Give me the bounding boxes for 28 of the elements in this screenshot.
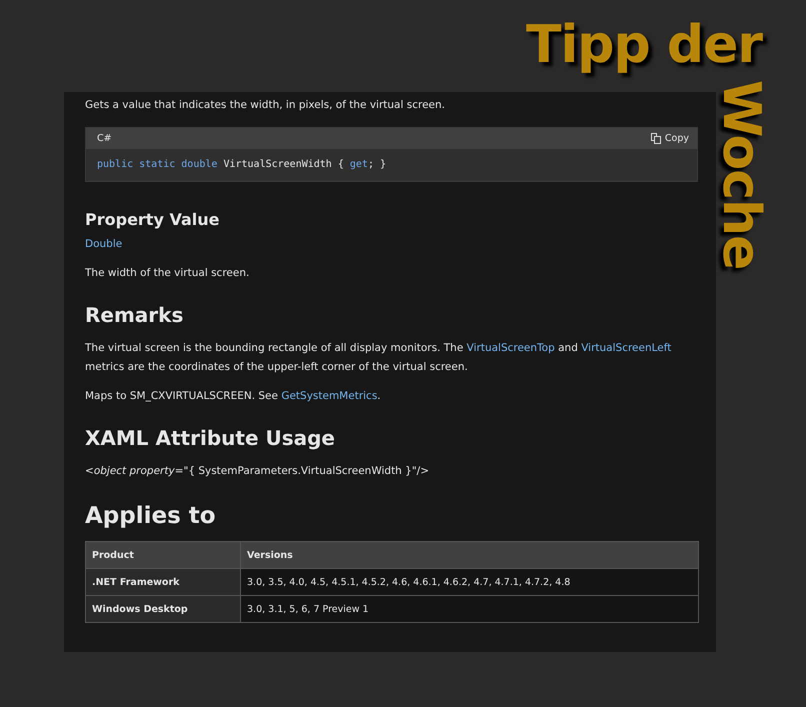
copy-button[interactable]: Copy	[650, 133, 689, 144]
subheading: Property Value	[85, 210, 220, 229]
section-heading: Remarks	[85, 303, 184, 327]
link[interactable]: VirtualScreenLeft	[581, 342, 672, 354]
table-cell: 3.0, 3.1, 5, 6, 7 Preview 1	[240, 596, 698, 622]
link[interactable]: Double	[85, 238, 122, 250]
copy-icon	[650, 133, 661, 144]
code-token: public static double	[97, 159, 218, 170]
language-label: C#	[97, 133, 112, 144]
code-token: get	[350, 159, 368, 170]
xaml-syntax: <object property="{ SystemParameters.VirtualScreenWidth }"/>	[85, 464, 430, 479]
banner-vertical-word: Woche	[712, 80, 770, 270]
table-cell: .NET Framework	[86, 568, 240, 596]
banner-title: Tipp der	[526, 14, 762, 76]
link[interactable]: VirtualScreenTop	[466, 342, 555, 354]
column-header: Versions	[240, 542, 698, 568]
section-heading: Applies to	[85, 503, 217, 529]
paragraph: The width of the virtual screen.	[85, 266, 250, 281]
code-token: ; }	[368, 159, 386, 170]
link[interactable]: GetSystemMetrics	[281, 390, 378, 402]
paragraph: Gets a value that indicates the width, in pixels, of the virtual screen.	[85, 98, 446, 113]
section-heading: XAML Attribute Usage	[85, 426, 336, 450]
code-token: VirtualScreenWidth {	[222, 159, 345, 170]
paragraph: Maps to SM_CXVIRTUALSCREEN. See GetSystemMetrics.	[85, 389, 382, 404]
column-header: Product	[86, 542, 240, 568]
table-cell: 3.0, 3.5, 4.0, 4.5, 4.5.1, 4.5.2, 4.6, 4.6.1, 4.6.2, 4.7, 4.7.1, 4.7.2, 4.8	[240, 568, 698, 596]
table-cell: Windows Desktop	[86, 596, 240, 622]
paragraph: The virtual screen is the bounding rectangle of all display monitors. The VirtualScreenTop and VirtualScreenLeft metrics are the coordinates of the upper-left corner of the virtual screen.	[85, 341, 672, 375]
